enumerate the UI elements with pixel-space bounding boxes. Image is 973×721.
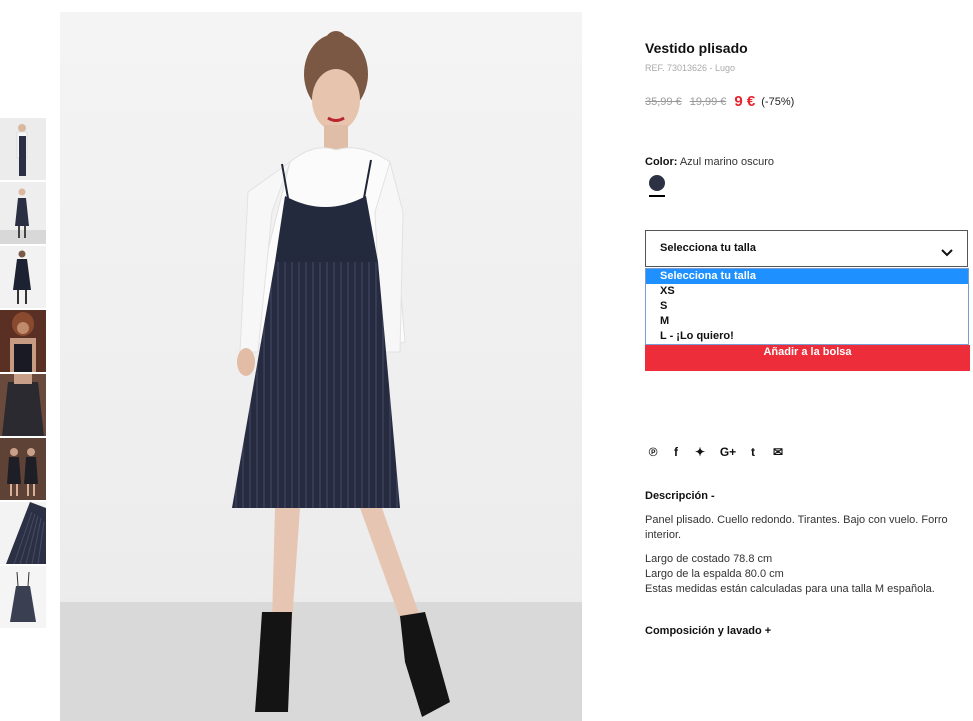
size-options-list: Selecciona tu talla XS S M L - ¡Lo quier…	[645, 268, 969, 345]
thumbnail-3[interactable]	[0, 246, 46, 308]
color-label: Color:	[645, 156, 678, 168]
thumbnail-2[interactable]	[0, 182, 46, 244]
color-row: Color: Azul marino oscuro	[645, 156, 774, 168]
product-main-image[interactable]	[60, 12, 582, 721]
discount-badge: (-75%)	[761, 96, 795, 108]
pinterest-icon[interactable]: ℗	[645, 444, 661, 460]
twitter-icon[interactable]: ✦	[692, 444, 708, 460]
color-value: Azul marino oscuro	[679, 156, 774, 168]
measurement-line: Largo de la espalda 80.0 cm	[645, 568, 784, 580]
description-line: Panel plisado. Cuello redondo. Tirantes.…	[645, 514, 948, 526]
current-price: 9 €	[734, 93, 756, 110]
original-price: 35,99 €	[645, 96, 682, 108]
selected-swatch-indicator	[649, 195, 665, 197]
size-option-xs[interactable]: XS	[646, 284, 968, 299]
measurements: Largo de costado 78.8 cm Largo de la esp…	[645, 552, 935, 597]
size-option-s[interactable]: S	[646, 299, 968, 314]
price-row: 35,99 € 19,99 € 9 € (-75%)	[645, 92, 794, 110]
thumbnail-6[interactable]	[0, 438, 46, 500]
size-option-m[interactable]: M	[646, 314, 968, 329]
thumbnail-5[interactable]	[0, 374, 46, 436]
composition-toggle[interactable]: Composición y lavado +	[645, 625, 771, 637]
thumbnail-7[interactable]	[0, 502, 46, 564]
previous-price: 19,99 €	[689, 96, 727, 108]
size-select-label: Selecciona tu talla	[660, 242, 756, 254]
thumbnail-8[interactable]	[0, 566, 46, 628]
measurement-line: Largo de costado 78.8 cm	[645, 553, 773, 565]
size-option-l[interactable]: L - ¡Lo quiero!	[646, 329, 968, 344]
thumbnail-1[interactable]	[0, 118, 46, 180]
description-line: interior.	[645, 529, 682, 541]
google-plus-icon[interactable]: G+	[717, 444, 739, 460]
description-text: Panel plisado. Cuello redondo. Tirantes.…	[645, 513, 973, 543]
email-icon[interactable]: ✉	[770, 444, 786, 460]
size-select[interactable]: Selecciona tu talla	[645, 230, 968, 267]
product-title: Vestido plisado	[645, 40, 748, 56]
measurement-line: Estas medidas están calculadas para una …	[645, 583, 935, 595]
tumblr-icon[interactable]: t	[745, 444, 761, 460]
thumbnail-4[interactable]	[0, 310, 46, 372]
size-option-placeholder[interactable]: Selecciona tu talla	[646, 269, 968, 284]
product-reference: REF. 73013626 - Lugo	[645, 63, 736, 73]
chevron-down-icon	[941, 244, 953, 262]
description-toggle[interactable]: Descripción -	[645, 490, 715, 502]
color-swatch-navy[interactable]	[649, 175, 665, 191]
facebook-icon[interactable]: f	[668, 444, 684, 460]
add-to-bag-button[interactable]: Añadir a la bolsa	[645, 345, 970, 371]
